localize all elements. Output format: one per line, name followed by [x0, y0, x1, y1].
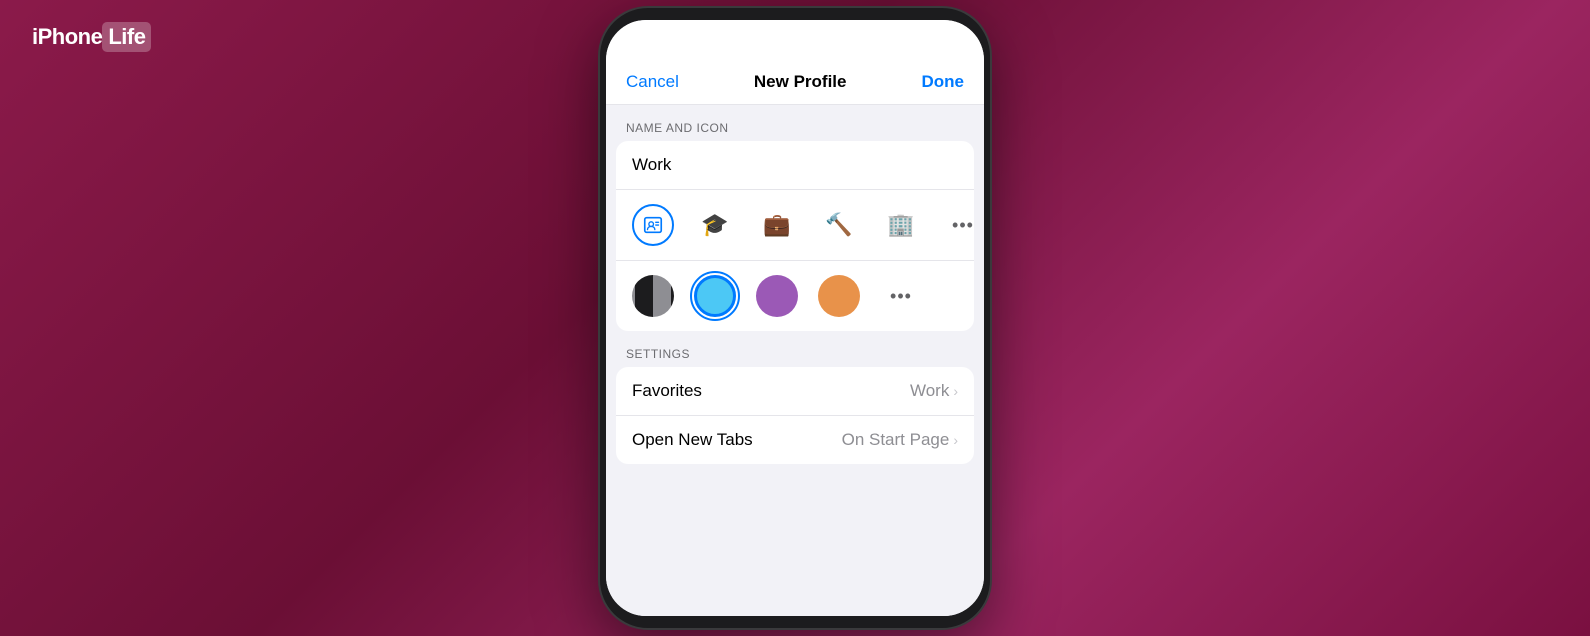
graduation-cap-icon: 🎓: [701, 212, 728, 238]
cancel-button[interactable]: Cancel: [626, 72, 679, 92]
open-new-tabs-value: On Start Page: [842, 430, 950, 450]
favorites-value: Work: [910, 381, 949, 401]
briefcase-icon: 💼: [763, 212, 790, 238]
contact-card-icon: [642, 214, 664, 236]
hammer-icon: 🔨: [825, 212, 852, 238]
open-new-tabs-row[interactable]: Open New Tabs On Start Page ›: [616, 415, 974, 464]
building-icon: 🏢: [887, 212, 914, 238]
favorites-row[interactable]: Favorites Work ›: [616, 367, 974, 415]
brand-logo: iPhone Life: [32, 22, 151, 52]
status-bar: [606, 20, 984, 64]
favorites-value-group: Work ›: [910, 381, 958, 401]
favorites-label: Favorites: [632, 381, 702, 401]
phone-frame: Cancel New Profile Done NAME AND ICON: [600, 8, 990, 628]
name-and-icon-card: 🎓 💼 🔨 🏢 •••: [616, 141, 974, 331]
nav-title: New Profile: [754, 72, 847, 92]
icon-more-button[interactable]: •••: [942, 204, 974, 246]
settings-card: Favorites Work › Open New Tabs On Start …: [616, 367, 974, 464]
phone-screen: Cancel New Profile Done NAME AND ICON: [606, 20, 984, 616]
favorites-chevron-icon: ›: [953, 383, 958, 399]
color-picker-row: •••: [616, 261, 974, 331]
logo-life-text: Life: [102, 22, 151, 52]
settings-label: SETTINGS: [606, 331, 984, 367]
logo-iphone-text: iPhone: [32, 24, 102, 50]
color-purple-button[interactable]: [756, 275, 798, 317]
nav-bar: Cancel New Profile Done: [606, 64, 984, 105]
icon-picker-row: 🎓 💼 🔨 🏢 •••: [616, 190, 974, 261]
icon-briefcase-button[interactable]: 💼: [756, 204, 798, 246]
done-button[interactable]: Done: [921, 72, 964, 92]
name-and-icon-label: NAME AND ICON: [606, 105, 984, 141]
open-new-tabs-chevron-icon: ›: [953, 432, 958, 448]
color-dark-button[interactable]: [632, 275, 674, 317]
color-blue-button[interactable]: [694, 275, 736, 317]
icon-contact-button[interactable]: [632, 204, 674, 246]
color-orange-button[interactable]: [818, 275, 860, 317]
icon-graduation-button[interactable]: 🎓: [694, 204, 736, 246]
open-new-tabs-value-group: On Start Page ›: [842, 430, 958, 450]
more-icons-label: •••: [952, 215, 974, 236]
open-new-tabs-label: Open New Tabs: [632, 430, 753, 450]
profile-name-input[interactable]: [616, 141, 974, 190]
color-more-button[interactable]: •••: [880, 275, 922, 317]
icon-building-button[interactable]: 🏢: [880, 204, 922, 246]
more-colors-label: •••: [890, 286, 912, 307]
icon-hammer-button[interactable]: 🔨: [818, 204, 860, 246]
content-area: NAME AND ICON: [606, 105, 984, 616]
